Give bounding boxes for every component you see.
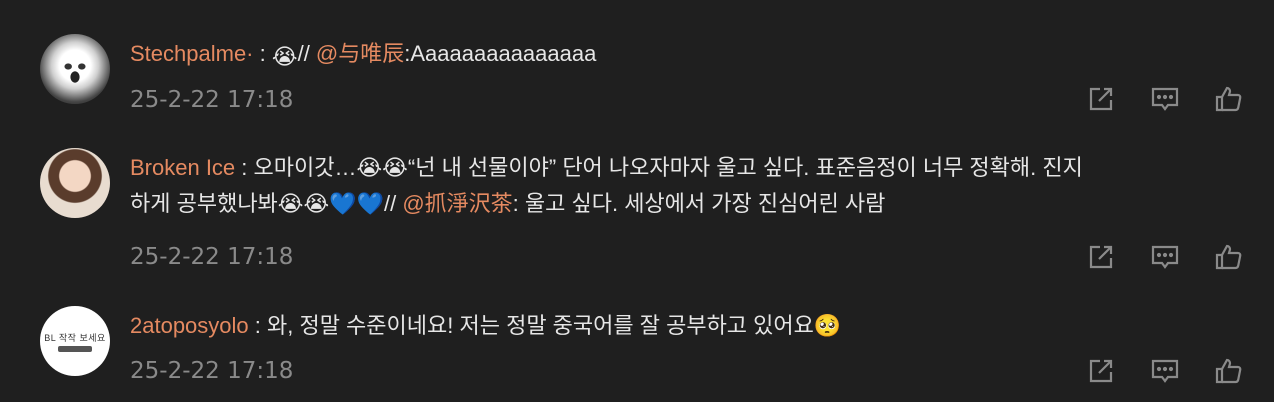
comment-icon[interactable]: [1150, 242, 1180, 272]
like-icon[interactable]: [1214, 242, 1244, 272]
mention-link[interactable]: @抓淨沢茶: [402, 191, 512, 216]
comment-body: 오마이갓…😭😭“넌 내 선물이야” 단어 나오자마자 울고 싶다. 표준음정이 …: [253, 155, 1083, 180]
comment-icon[interactable]: [1150, 84, 1180, 114]
comment-text: Stechpalme· : 😭// @与唯辰:Aaaaaaaaaaaaaaa: [130, 36, 1250, 75]
like-icon[interactable]: [1214, 84, 1244, 114]
avatar[interactable]: BL 작작 보세요: [40, 306, 110, 376]
comment-body-line2: 하게 공부했나봐😭😭💙💙//: [130, 191, 403, 216]
action-bar: [1086, 242, 1246, 272]
crying-emoji: 😭: [271, 44, 298, 69]
action-bar: [1086, 356, 1246, 386]
comment-text: 2atoposyolo : 와, 정말 수준이네요! 저는 정말 중국어를 잘 …: [130, 308, 1250, 344]
username-link[interactable]: 2atoposyolo: [130, 313, 249, 338]
avatar-bar: [58, 345, 92, 352]
comment-text: Broken Ice : 오마이갓…😭😭“넌 내 선물이야” 단어 나오자마자 …: [130, 150, 1250, 222]
avatar-text: BL 작작 보세요: [44, 332, 106, 343]
separator: :: [235, 155, 254, 180]
action-bar: [1086, 84, 1246, 114]
timestamp: 25-2-22 17:18: [130, 87, 294, 113]
comment-body: :Aaaaaaaaaaaaaaa: [404, 41, 597, 66]
share-icon[interactable]: [1086, 242, 1116, 272]
username-link[interactable]: Stechpalme·: [130, 41, 254, 66]
avatar[interactable]: [40, 34, 110, 104]
share-icon[interactable]: [1086, 356, 1116, 386]
username-link[interactable]: Broken Ice: [130, 155, 235, 180]
separator: :: [253, 41, 272, 66]
timestamp: 25-2-22 17:18: [130, 244, 294, 270]
separator: :: [248, 313, 267, 338]
avatar[interactable]: [40, 148, 110, 218]
share-icon[interactable]: [1086, 84, 1116, 114]
comment-body-tail: : 울고 싶다. 세상에서 가장 진심어린 사람: [512, 191, 886, 216]
comment-icon[interactable]: [1150, 356, 1180, 386]
timestamp: 25-2-22 17:18: [130, 358, 294, 384]
comment-body: 와, 정말 수준이네요! 저는 정말 중국어를 잘 공부하고 있어요🥺: [267, 313, 842, 338]
mention-link[interactable]: @与唯辰: [316, 41, 404, 66]
like-icon[interactable]: [1214, 356, 1244, 386]
repost-slashes: //: [297, 41, 316, 66]
